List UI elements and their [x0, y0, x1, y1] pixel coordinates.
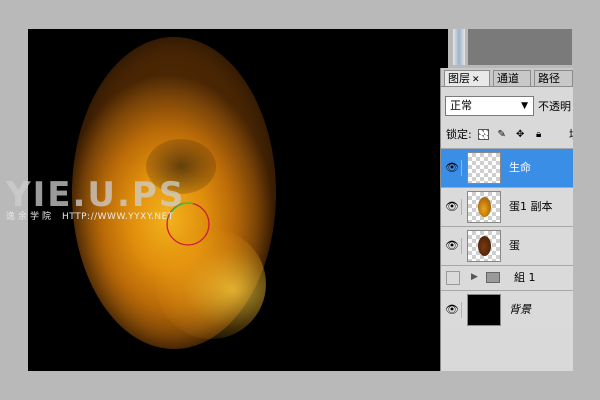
layers-list: 👁︎ 生命 👁︎ 蛋1 副本 👁︎ 蛋 ▶ 組 1 👁︎ 背景: [441, 148, 573, 329]
lock-position-icon[interactable]: ✥: [514, 129, 526, 141]
layer-thumbnail: [467, 294, 501, 326]
tab-channels-label: 通道: [497, 72, 519, 85]
layer-name: 蛋1 副本: [509, 200, 553, 213]
lock-image-icon[interactable]: ✎: [496, 129, 508, 141]
layers-panel: 图层✕ 通道 路径 正常 ▼ 不透明 锁定: ✎ ✥ 🔒︎ 填 👁︎ 生命: [440, 68, 573, 371]
eye-icon[interactable]: 👁︎: [443, 238, 462, 254]
eye-icon[interactable]: 👁︎: [443, 160, 462, 176]
layer-thumbnail: [467, 230, 501, 262]
lock-label: 锁定:: [446, 128, 472, 141]
layer-name: 生命: [509, 161, 531, 174]
egg-thumb: [478, 236, 491, 256]
tab-channels[interactable]: 通道: [493, 70, 531, 86]
scroll-strip[interactable]: [453, 29, 465, 65]
panel-header-area: [468, 29, 572, 65]
layer-thumbnail: [467, 191, 501, 223]
watermark-brand: YIE.U.PS: [6, 175, 186, 215]
layer-thumbnail: [467, 152, 501, 184]
eye-icon[interactable]: 👁︎: [443, 302, 462, 318]
lock-transparent-icon[interactable]: [478, 129, 490, 140]
visibility-toggle[interactable]: [446, 271, 460, 285]
lock-icons: ✎ ✥ 🔒︎: [478, 128, 548, 141]
tab-layers[interactable]: 图层 ✕: [444, 70, 490, 86]
close-icon[interactable]: ✕: [472, 75, 480, 85]
layer-row[interactable]: 👁︎ 生命: [441, 148, 573, 187]
panel-tabs: 图层 ✕ 通道 路径: [441, 68, 573, 87]
tab-layers-label: 图层: [448, 72, 470, 85]
blend-row: 正常 ▼ 不透明: [445, 96, 573, 116]
egg-thumb: [478, 197, 491, 217]
watermark: YIE.U.PS 逸余学院 HTTP://WWW.YYXY.NET: [6, 178, 226, 226]
layer-name: 背景: [509, 303, 531, 316]
fill-label: 填: [569, 126, 573, 142]
layer-row[interactable]: 👁︎ 蛋1 副本: [441, 187, 573, 226]
lock-row: 锁定: ✎ ✥ 🔒︎ 填: [446, 126, 573, 144]
layer-name: 蛋: [509, 239, 520, 252]
tab-paths-label: 路径: [538, 72, 560, 85]
triangle-right-icon[interactable]: ▶: [471, 272, 478, 282]
lock-all-icon[interactable]: 🔒︎: [533, 129, 545, 141]
folder-icon: [486, 272, 500, 283]
layer-name: 組 1: [514, 271, 536, 284]
layer-row[interactable]: 👁︎ 蛋: [441, 226, 573, 265]
chevron-down-icon: ▼: [521, 101, 528, 111]
blend-mode-select[interactable]: 正常 ▼: [445, 96, 534, 116]
opacity-label: 不透明: [538, 100, 571, 113]
layer-row[interactable]: 👁︎ 背景: [441, 290, 573, 329]
blend-mode-value: 正常: [450, 99, 472, 112]
tab-paths[interactable]: 路径: [534, 70, 573, 86]
layer-group-row[interactable]: ▶ 組 1: [441, 265, 573, 290]
eye-icon[interactable]: 👁︎: [443, 199, 462, 215]
